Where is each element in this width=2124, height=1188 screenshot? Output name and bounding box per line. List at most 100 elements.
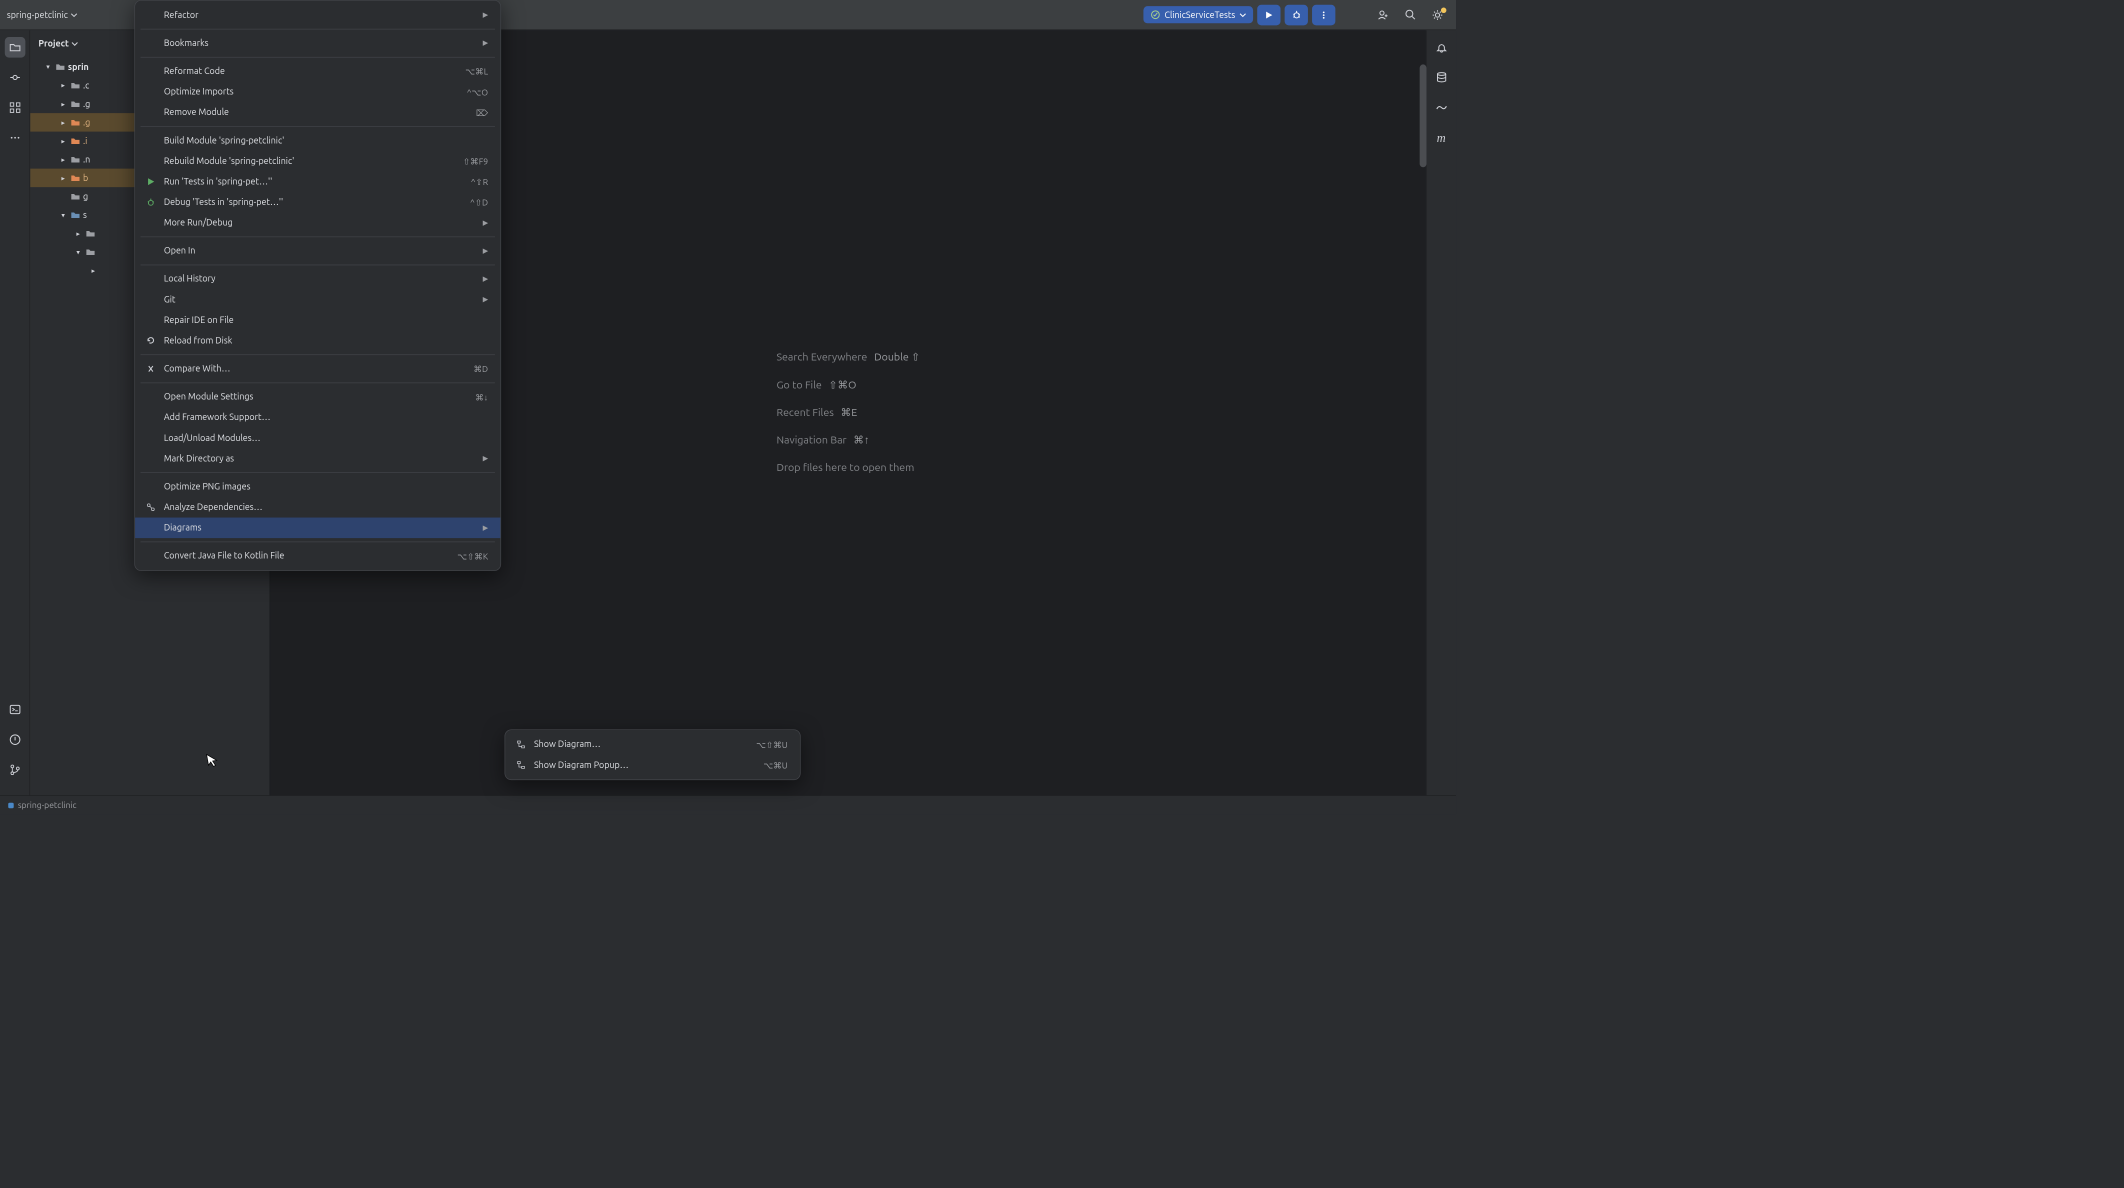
coverage-tool-button[interactable] (1431, 97, 1452, 118)
chevron-right-icon[interactable]: ▸ (58, 155, 68, 163)
menu-convert-kotlin[interactable]: Convert Java File to Kotlin File ⌥⇧⌘K (135, 546, 500, 567)
menu-shortcut: ⌥⇧⌘K (457, 551, 488, 561)
welcome-tips: Search EverywhereDouble ⇧ Go to File⇧⌘O … (776, 344, 920, 482)
menu-refactor[interactable]: Refactor▶ (135, 5, 500, 26)
chevron-down-icon[interactable]: ▾ (73, 248, 83, 256)
menu-more-run-debug[interactable]: More Run/Debug▶ (135, 213, 500, 234)
menu-shortcut: ⌘D (473, 364, 488, 374)
tree-label: .n (83, 155, 90, 165)
menu-optimize-png[interactable]: Optimize PNG images (135, 476, 500, 497)
diagram-icon (515, 740, 527, 750)
warning-icon (9, 733, 21, 745)
menu-label: Load/Unload Modules… (164, 433, 488, 443)
chevron-right-icon[interactable]: ▸ (88, 266, 98, 274)
menu-bookmarks[interactable]: Bookmarks▶ (135, 33, 500, 54)
menu-run-tests[interactable]: Run 'Tests in 'spring-pet…''^⇧R (135, 171, 500, 192)
menu-git[interactable]: Git▶ (135, 289, 500, 310)
menu-load-unload-modules[interactable]: Load/Unload Modules… (135, 428, 500, 449)
editor-scrollbar[interactable] (1420, 64, 1427, 676)
status-module-name[interactable]: spring-petclinic (18, 800, 77, 810)
menu-local-history[interactable]: Local History▶ (135, 269, 500, 290)
terminal-tool-button[interactable] (4, 699, 25, 720)
bug-icon (145, 197, 157, 207)
tip-label: Drop files here to open them (776, 462, 914, 474)
project-tool-button[interactable] (4, 37, 25, 58)
diagram-icon (515, 760, 527, 770)
maven-tool-button[interactable]: m (1431, 128, 1452, 149)
menu-optimize-imports[interactable]: Optimize Imports^⌥O (135, 82, 500, 103)
chevron-right-icon: ▶ (483, 275, 488, 283)
project-name[interactable]: spring-petclinic (7, 10, 78, 20)
menu-separator (141, 265, 495, 266)
more-tools-button[interactable] (4, 128, 25, 149)
chevron-right-icon[interactable]: ▸ (58, 100, 68, 108)
terminal-icon (9, 703, 21, 715)
chevron-right-icon[interactable]: ▸ (73, 229, 83, 237)
menu-label: Compare With… (164, 364, 467, 374)
folder-icon (55, 61, 66, 72)
debug-button[interactable] (1285, 4, 1308, 25)
menu-separator (141, 542, 495, 543)
chevron-down-icon[interactable]: ▾ (43, 63, 53, 71)
menu-open-module-settings[interactable]: Open Module Settings⌘↓ (135, 387, 500, 408)
chevron-down-icon (1239, 11, 1246, 18)
tree-label: sprin (68, 62, 89, 72)
menu-compare-with[interactable]: Compare With… ⌘D (135, 359, 500, 380)
tree-label: .g (83, 99, 90, 109)
menu-build-module[interactable]: Build Module 'spring-petclinic' (135, 130, 500, 151)
menu-debug-tests[interactable]: Debug 'Tests in 'spring-pet…''^⇧D (135, 192, 500, 213)
wave-icon (1435, 101, 1447, 113)
submenu-show-diagram[interactable]: Show Diagram… ⌥⇧⌘U (505, 734, 800, 755)
chevron-right-icon[interactable]: ▸ (58, 118, 68, 126)
tip-label: Recent Files (776, 406, 833, 418)
context-menu: Refactor▶ Bookmarks▶ Reformat Code⌥⌘L Op… (134, 0, 501, 571)
menu-separator (141, 126, 495, 127)
menu-reload-from-disk[interactable]: Reload from Disk (135, 330, 500, 351)
run-configuration-selector[interactable]: ClinicServiceTests (1143, 6, 1253, 23)
database-icon (1435, 71, 1447, 83)
menu-mark-directory-as[interactable]: Mark Directory as▶ (135, 448, 500, 469)
project-label: spring-petclinic (7, 10, 68, 20)
menu-shortcut: ⌦ (476, 107, 488, 117)
menu-analyze-dependencies[interactable]: Analyze Dependencies… (135, 497, 500, 518)
search-button[interactable] (1398, 4, 1421, 25)
menu-remove-module[interactable]: Remove Module ⌦ (135, 102, 500, 123)
submenu-show-diagram-popup[interactable]: Show Diagram Popup… ⌥⌘U (505, 755, 800, 776)
folder-icon (70, 172, 81, 183)
tree-label: g (83, 192, 88, 202)
notifications-button[interactable] (1431, 37, 1452, 58)
chevron-right-icon[interactable]: ▸ (58, 137, 68, 145)
menu-label: Reload from Disk (164, 336, 488, 346)
ellipsis-icon (9, 132, 21, 144)
compare-icon (145, 364, 157, 374)
chevron-down-icon[interactable]: ▾ (58, 211, 68, 219)
menu-label: Convert Java File to Kotlin File (164, 551, 451, 561)
menu-open-in[interactable]: Open In▶ (135, 241, 500, 262)
diagrams-submenu: Show Diagram… ⌥⇧⌘U Show Diagram Popup… ⌥… (505, 729, 801, 780)
problems-tool-button[interactable] (4, 729, 25, 750)
menu-diagrams[interactable]: Diagrams▶ (135, 518, 500, 539)
database-tool-button[interactable] (1431, 67, 1452, 88)
menu-reformat-code[interactable]: Reformat Code⌥⌘L (135, 61, 500, 82)
structure-tool-button[interactable] (4, 97, 25, 118)
more-actions-button[interactable] (1312, 4, 1335, 25)
commit-tool-button[interactable] (4, 67, 25, 88)
chevron-right-icon[interactable]: ▸ (58, 174, 68, 182)
menu-add-framework[interactable]: Add Framework Support… (135, 407, 500, 428)
panel-title: Project (38, 39, 68, 49)
code-with-me-button[interactable] (1371, 4, 1394, 25)
search-icon (1404, 9, 1416, 21)
chevron-right-icon[interactable]: ▸ (58, 81, 68, 89)
menu-label: Remove Module (164, 108, 469, 118)
menu-separator (141, 383, 495, 384)
chevron-down-icon (71, 11, 78, 18)
run-button[interactable] (1257, 4, 1280, 25)
chevron-right-icon: ▶ (483, 524, 488, 532)
reload-icon (145, 336, 157, 346)
menu-rebuild-module[interactable]: Rebuild Module 'spring-petclinic'⇧⌘F9 (135, 151, 500, 172)
settings-button[interactable] (1426, 4, 1449, 25)
status-bar: spring-petclinic (0, 795, 1456, 814)
menu-repair-ide[interactable]: Repair IDE on File (135, 310, 500, 331)
vcs-tool-button[interactable] (4, 760, 25, 781)
folder-icon (70, 117, 81, 128)
